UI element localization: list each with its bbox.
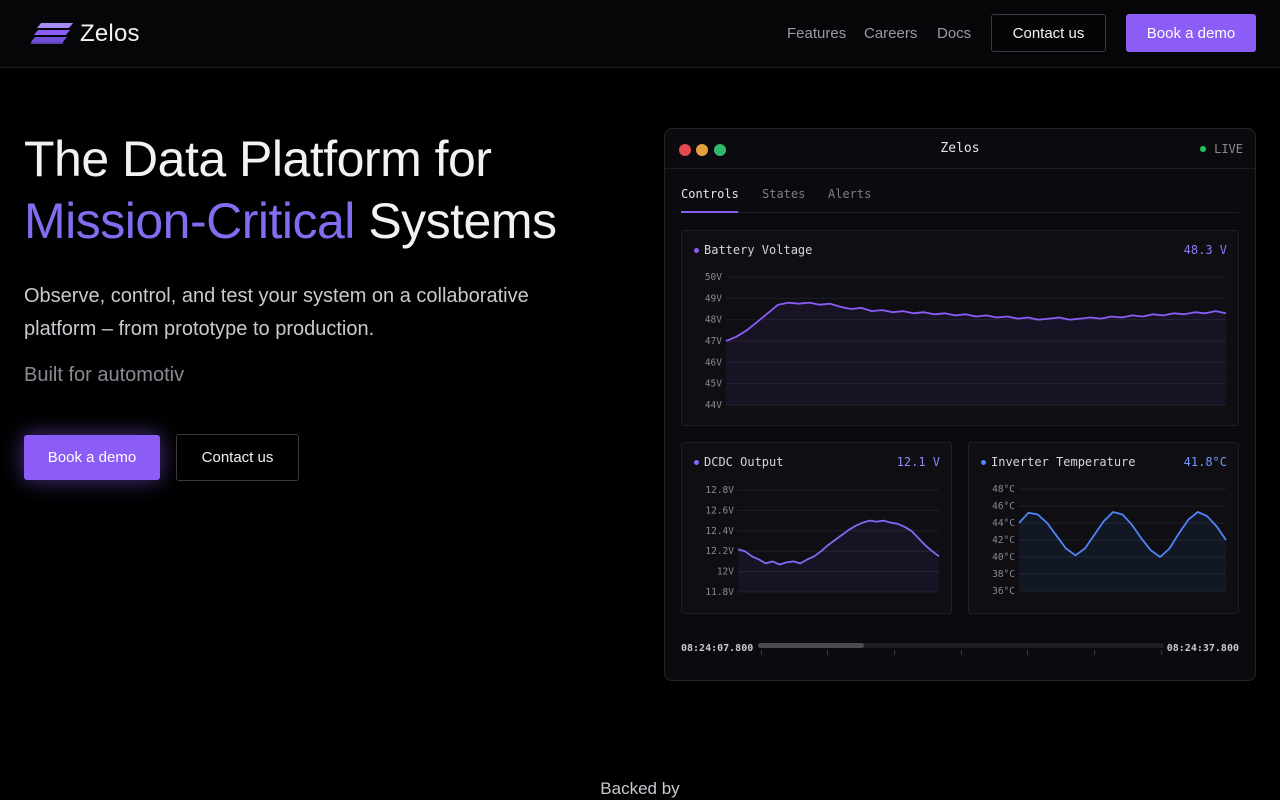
battery-voltage-chart: 50V 49V 48V 47V 46V 45V 44V xyxy=(705,272,1227,411)
hero-title-rest: Systems xyxy=(354,193,557,249)
dashboard-tabs: Controls States Alerts xyxy=(681,185,1239,213)
battery-voltage-panel: Battery Voltage 48.3 V 50V 49V 48V 47V 46V 45… xyxy=(681,230,1239,426)
battery-voltage-area xyxy=(726,302,1226,405)
dcdc-output-area xyxy=(738,520,939,592)
timeline-tick xyxy=(827,650,828,655)
dcdc-output-y-tick-label: 12V xyxy=(717,567,734,578)
hero-typed-text: Built for automotiv xyxy=(24,364,185,386)
hero-title-line1: The Data Platform for xyxy=(24,131,492,187)
inverter-temperature-y-tick-label: 40°C xyxy=(992,552,1015,563)
timeline-tick xyxy=(961,650,962,655)
backed-by-heading: Backed by xyxy=(600,779,680,798)
brand[interactable]: Zelos xyxy=(30,20,140,48)
inverter-temperature-panel: Inverter Temperature 41.8°C 48°C 46°C 44°C… xyxy=(968,442,1239,614)
nav-link-features[interactable]: Features xyxy=(787,25,846,42)
inverter-temperature-chart: 48°C 46°C 44°C 42°C 40°C 38°C 36°C xyxy=(992,484,1227,597)
live-indicator: LIVE xyxy=(1200,142,1243,156)
window-title: Zelos xyxy=(940,141,980,156)
battery-voltage-y-tick-label: 48V xyxy=(705,315,722,326)
dcdc-output-y-tick-label: 11.8V xyxy=(705,587,734,598)
inverter-temperature-y-tick-label: 42°C xyxy=(992,535,1015,546)
timeline-tick xyxy=(1161,650,1162,655)
active-tab-underline xyxy=(681,211,738,213)
dcdc-output-y-tick-label: 12.4V xyxy=(705,526,734,537)
hero-title-accent: Mission-Critical xyxy=(24,193,355,249)
nav-book-demo-button[interactable]: Book a demo xyxy=(1126,14,1256,52)
tab-controls[interactable]: Controls xyxy=(681,187,739,201)
timeline-tick xyxy=(1094,650,1095,655)
battery-voltage-y-tick-label: 46V xyxy=(705,357,722,368)
inverter-temperature-y-tick-label: 48°C xyxy=(992,484,1015,495)
top-nav: Zelos Features Careers Docs Contact us B… xyxy=(0,0,1280,68)
tab-states[interactable]: States xyxy=(762,187,805,201)
timeline-tick xyxy=(761,650,762,655)
brand-name: Zelos xyxy=(80,20,140,47)
inverter-temperature-y-tick-label: 46°C xyxy=(992,501,1015,512)
dcdc-output-chart: 12.8V 12.6V 12.4V 12.2V 12V 11.8V xyxy=(705,485,940,598)
window-titlebar: Zelos LIVE xyxy=(665,129,1255,169)
battery-voltage-y-tick-label: 44V xyxy=(705,400,722,411)
inverter-temperature-y-tick-label: 38°C xyxy=(992,569,1015,580)
timeline-tick xyxy=(894,650,895,655)
inverter-temperature-y-tick-label: 36°C xyxy=(992,586,1015,597)
nav-contact-button[interactable]: Contact us xyxy=(991,14,1106,52)
hero-book-demo-button[interactable]: Book a demo xyxy=(24,435,160,480)
timeline-thumb[interactable] xyxy=(758,643,864,648)
hero-title: The Data Platform for Mission-Critical S… xyxy=(24,128,557,252)
live-label: LIVE xyxy=(1214,142,1243,156)
tab-alerts[interactable]: Alerts xyxy=(828,187,871,201)
battery-voltage-y-tick-label: 50V xyxy=(705,272,722,283)
dcdc-output-y-tick-label: 12.8V xyxy=(705,485,734,496)
dcdc-output-panel: DCDC Output 12.1 V 12.8V 12.6V 12.4V 12.2V 1… xyxy=(681,442,952,614)
dcdc-output-y-tick-label: 12.6V xyxy=(705,505,734,516)
nav-link-docs[interactable]: Docs xyxy=(937,25,971,42)
battery-voltage-y-tick-label: 45V xyxy=(705,379,722,390)
nav-link-careers[interactable]: Careers xyxy=(864,25,917,42)
hero-contact-button[interactable]: Contact us xyxy=(176,434,299,481)
inverter-temperature-area xyxy=(1019,512,1226,591)
battery-voltage-y-tick-label: 47V xyxy=(705,336,722,347)
dcdc-output-y-tick-label: 12.2V xyxy=(705,546,734,557)
hero-subtitle: Observe, control, and test your system o… xyxy=(24,285,529,340)
timeline-end: 08:24:37.800 xyxy=(1166,643,1239,654)
timeline-scrubber[interactable]: 08:24:07.800 08:24:37.800 xyxy=(681,631,1239,661)
timeline-tick xyxy=(1027,650,1028,655)
timeline-track[interactable] xyxy=(758,643,1164,648)
inverter-temperature-y-tick-label: 44°C xyxy=(992,518,1015,529)
battery-voltage-y-tick-label: 49V xyxy=(705,293,722,304)
live-dot-icon xyxy=(1200,146,1207,152)
dashboard-window: Zelos LIVE Controls States Alerts Batter… xyxy=(664,128,1256,681)
zelos-logo-icon xyxy=(30,21,74,47)
timeline-start: 08:24:07.800 xyxy=(681,643,754,654)
